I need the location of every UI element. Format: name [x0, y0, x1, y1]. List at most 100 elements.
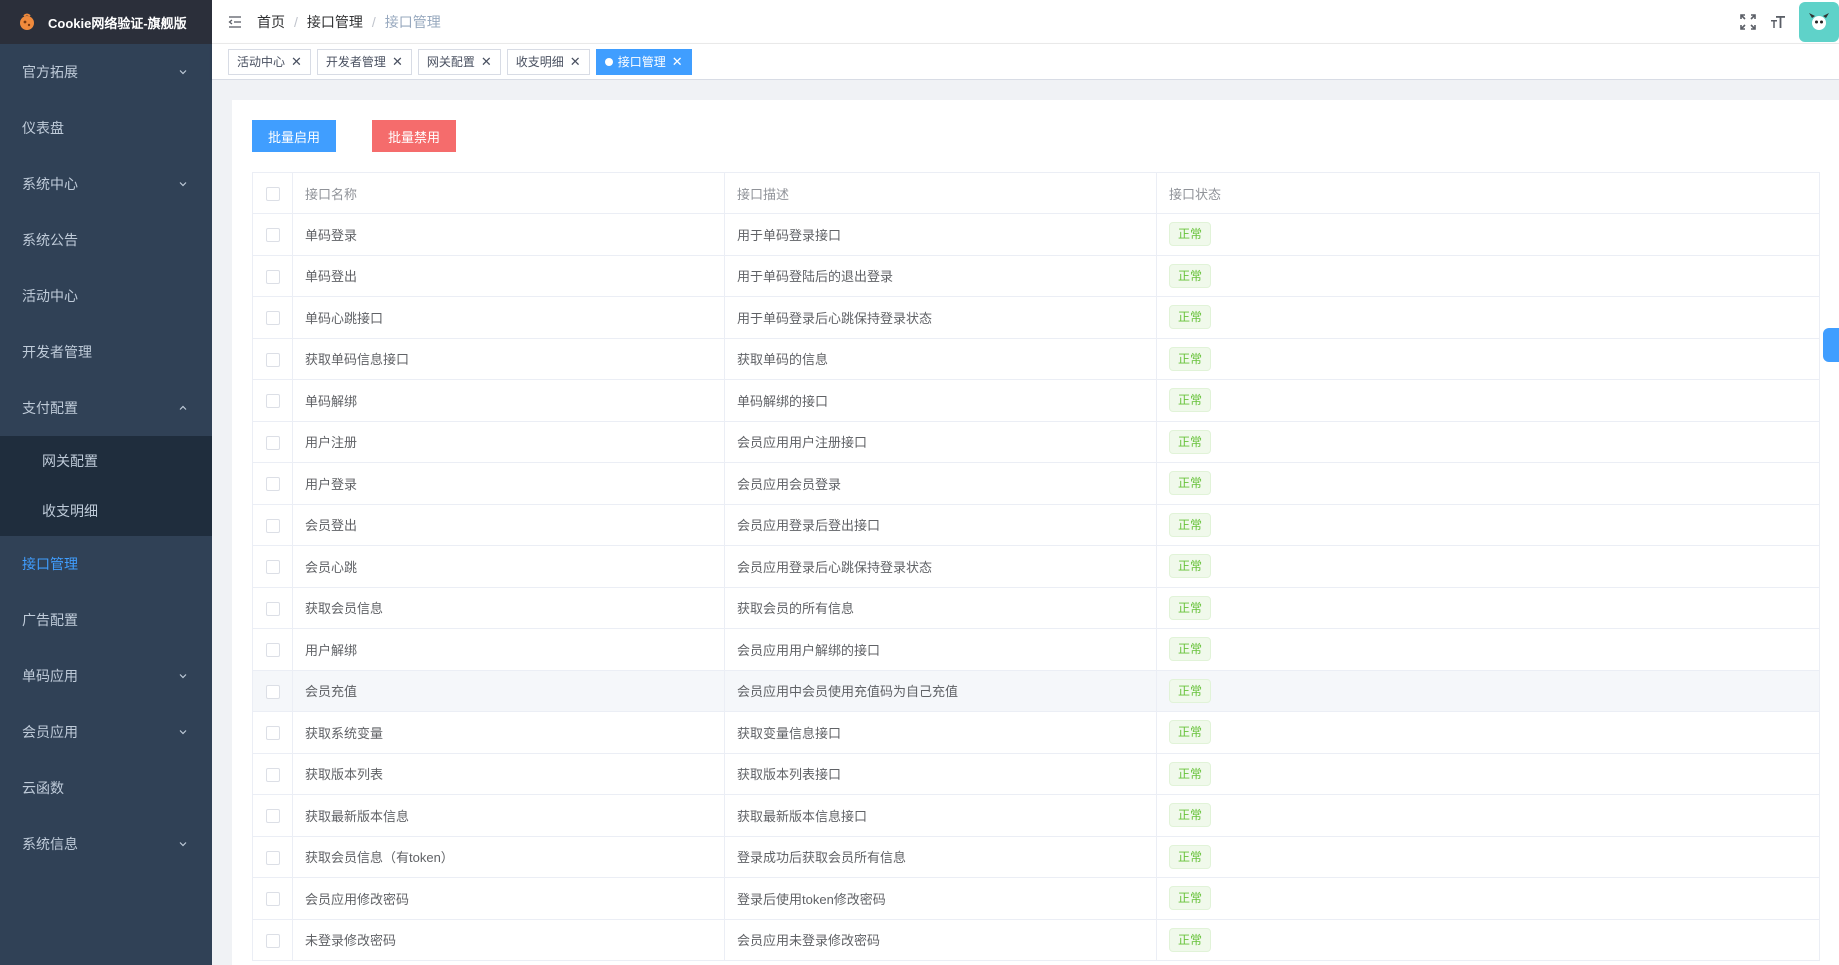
sidebar-item-label: 系统信息 [22, 836, 78, 852]
breadcrumb-home[interactable]: 首页 [257, 12, 285, 32]
sidebar-subitem[interactable]: 网关配置 [0, 436, 212, 486]
row-checkbox[interactable] [265, 684, 280, 699]
api-desc-cell: 获取变量信息接口 [724, 711, 1157, 754]
table-row[interactable]: 单码解绑 单码解绑的接口 正常 [252, 379, 1820, 422]
table-row[interactable]: 获取系统变量 获取变量信息接口 正常 [252, 711, 1820, 754]
table-row[interactable]: 用户注册 会员应用用户注册接口 正常 [252, 421, 1820, 463]
api-name-cell: 用户注册 [292, 421, 725, 463]
table-body: 单码登录 用于单码登录接口 正常 单码登出 用于单码登陆后的退出登录 正常 单码心跳接口 用于… [252, 213, 1820, 961]
table-row[interactable]: 获取会员信息（有token） 登录成功后获取会员所有信息 正常 [252, 836, 1820, 878]
right-menu [1739, 0, 1839, 44]
sidebar-submenu: 网关配置 收支明细 [0, 436, 212, 536]
table-row[interactable]: 用户登录 会员应用会员登录 正常 [252, 462, 1820, 505]
status-badge: 正常 [1169, 388, 1212, 413]
table-row[interactable]: 用户解绑 会员应用用户解绑的接口 正常 [252, 628, 1820, 671]
table-row[interactable]: 未登录修改密码 会员应用未登录修改密码 正常 [252, 919, 1820, 961]
row-checkbox[interactable] [265, 726, 280, 741]
hamburger-icon[interactable] [227, 14, 243, 30]
row-checkbox[interactable] [265, 850, 280, 865]
column-header-name: 接口名称 [292, 172, 725, 214]
table-row[interactable]: 获取单码信息接口 获取单码的信息 正常 [252, 338, 1820, 380]
row-checkbox[interactable] [265, 477, 280, 492]
close-icon[interactable]: ✕ [392, 55, 403, 68]
close-icon[interactable]: ✕ [291, 55, 302, 68]
tag-2[interactable]: 网关配置 ✕ [417, 48, 501, 75]
close-icon[interactable]: ✕ [570, 55, 581, 68]
status-badge: 正常 [1169, 761, 1212, 786]
row-checkbox[interactable] [265, 601, 280, 616]
row-checkbox[interactable] [265, 809, 280, 824]
logo[interactable]: Cookie网络验证-旗舰版 [0, 0, 212, 44]
row-checkbox[interactable] [265, 767, 280, 782]
navbar: 首页 / 接口管理 / 接口管理 [212, 0, 1839, 44]
table-row[interactable]: 获取会员信息 获取会员的所有信息 正常 [252, 587, 1820, 629]
settings-float-button[interactable] [1823, 328, 1839, 362]
status-badge: 正常 [1169, 637, 1212, 662]
sidebar-item[interactable]: 系统中心 [0, 156, 212, 212]
table-row[interactable]: 会员心跳 会员应用登录后心跳保持登录状态 正常 [252, 545, 1820, 588]
row-checkbox[interactable] [265, 435, 280, 450]
font-size-icon[interactable] [1769, 13, 1787, 31]
api-desc-cell: 单码解绑的接口 [724, 379, 1157, 422]
tag-1[interactable]: 开发者管理 ✕ [316, 48, 412, 75]
sidebar-item[interactable]: 支付配置 [0, 380, 212, 436]
row-select-cell [252, 462, 293, 505]
table-row[interactable]: 单码心跳接口 用于单码登录后心跳保持登录状态 正常 [252, 296, 1820, 339]
sidebar-item[interactable]: 广告配置 [0, 592, 212, 648]
close-icon[interactable]: ✕ [672, 55, 683, 68]
chevron-down-icon [176, 725, 190, 739]
sidebar-item[interactable]: 官方拓展 [0, 44, 212, 100]
tag-3[interactable]: 收支明细 ✕ [506, 48, 590, 75]
row-checkbox[interactable] [265, 643, 280, 658]
row-checkbox[interactable] [265, 228, 280, 243]
row-select-cell [252, 213, 293, 256]
row-checkbox[interactable] [265, 560, 280, 575]
row-checkbox[interactable] [265, 933, 280, 948]
api-status-cell: 正常 [1156, 379, 1820, 422]
sidebar-item[interactable]: 单码应用 [0, 648, 212, 704]
api-status-cell: 正常 [1156, 255, 1820, 297]
sidebar-subitem[interactable]: 收支明细 [0, 486, 212, 536]
content-card: 批量启用 批量禁用 接口名称 接口描述 接口状态 单码登录 用于单码登录接口 正常单… [232, 100, 1839, 965]
sidebar-item[interactable]: 云函数 [0, 760, 212, 816]
avatar[interactable] [1799, 2, 1839, 42]
api-status-cell: 正常 [1156, 421, 1820, 463]
fullscreen-icon[interactable] [1739, 13, 1757, 31]
tag-0[interactable]: 活动中心 ✕ [228, 48, 311, 75]
sidebar-item[interactable]: 仪表盘 [0, 100, 212, 156]
batch-enable-button[interactable]: 批量启用 [252, 120, 337, 152]
row-select-cell [252, 836, 293, 878]
sidebar-item[interactable]: 接口管理 [0, 536, 212, 592]
table-row[interactable]: 获取版本列表 获取版本列表接口 正常 [252, 753, 1820, 795]
row-checkbox[interactable] [265, 311, 280, 326]
table-row[interactable]: 获取最新版本信息 获取最新版本信息接口 正常 [252, 794, 1820, 837]
tag-4[interactable]: 接口管理 ✕ [595, 48, 692, 75]
close-icon[interactable]: ✕ [481, 55, 492, 68]
table-row[interactable]: 单码登出 用于单码登陆后的退出登录 正常 [252, 255, 1820, 297]
sidebar-item[interactable]: 开发者管理 [0, 324, 212, 380]
sidebar-item[interactable]: 活动中心 [0, 268, 212, 324]
row-checkbox[interactable] [265, 892, 280, 907]
sidebar-item[interactable]: 会员应用 [0, 704, 212, 760]
row-checkbox[interactable] [265, 518, 280, 533]
batch-disable-button[interactable]: 批量禁用 [372, 120, 457, 152]
tag-label: 收支明细 [515, 55, 564, 69]
select-all-checkbox[interactable] [265, 186, 280, 201]
row-checkbox[interactable] [265, 269, 280, 284]
column-header-desc: 接口描述 [724, 172, 1157, 214]
table-row[interactable]: 会员登出 会员应用登录后登出接口 正常 [252, 504, 1820, 546]
app-title: Cookie网络验证-旗舰版 [48, 15, 187, 31]
sidebar-item[interactable]: 系统信息 [0, 816, 212, 872]
api-name-cell: 获取会员信息（有token） [292, 836, 725, 878]
breadcrumb-section[interactable]: 接口管理 [307, 12, 363, 32]
row-checkbox[interactable] [265, 352, 280, 367]
sidebar-item-label: 活动中心 [22, 288, 78, 304]
sidebar-item[interactable]: 系统公告 [0, 212, 212, 268]
row-checkbox[interactable] [265, 394, 280, 409]
table-row[interactable]: 会员应用修改密码 登录后使用token修改密码 正常 [252, 877, 1820, 920]
table-row[interactable]: 单码登录 用于单码登录接口 正常 [252, 213, 1820, 256]
api-name-cell: 获取系统变量 [292, 711, 725, 754]
api-name-cell: 会员登出 [292, 504, 725, 546]
table-row[interactable]: 会员充值 会员应用中会员使用充值码为自己充值 正常 [252, 670, 1820, 712]
api-status-cell: 正常 [1156, 670, 1820, 712]
